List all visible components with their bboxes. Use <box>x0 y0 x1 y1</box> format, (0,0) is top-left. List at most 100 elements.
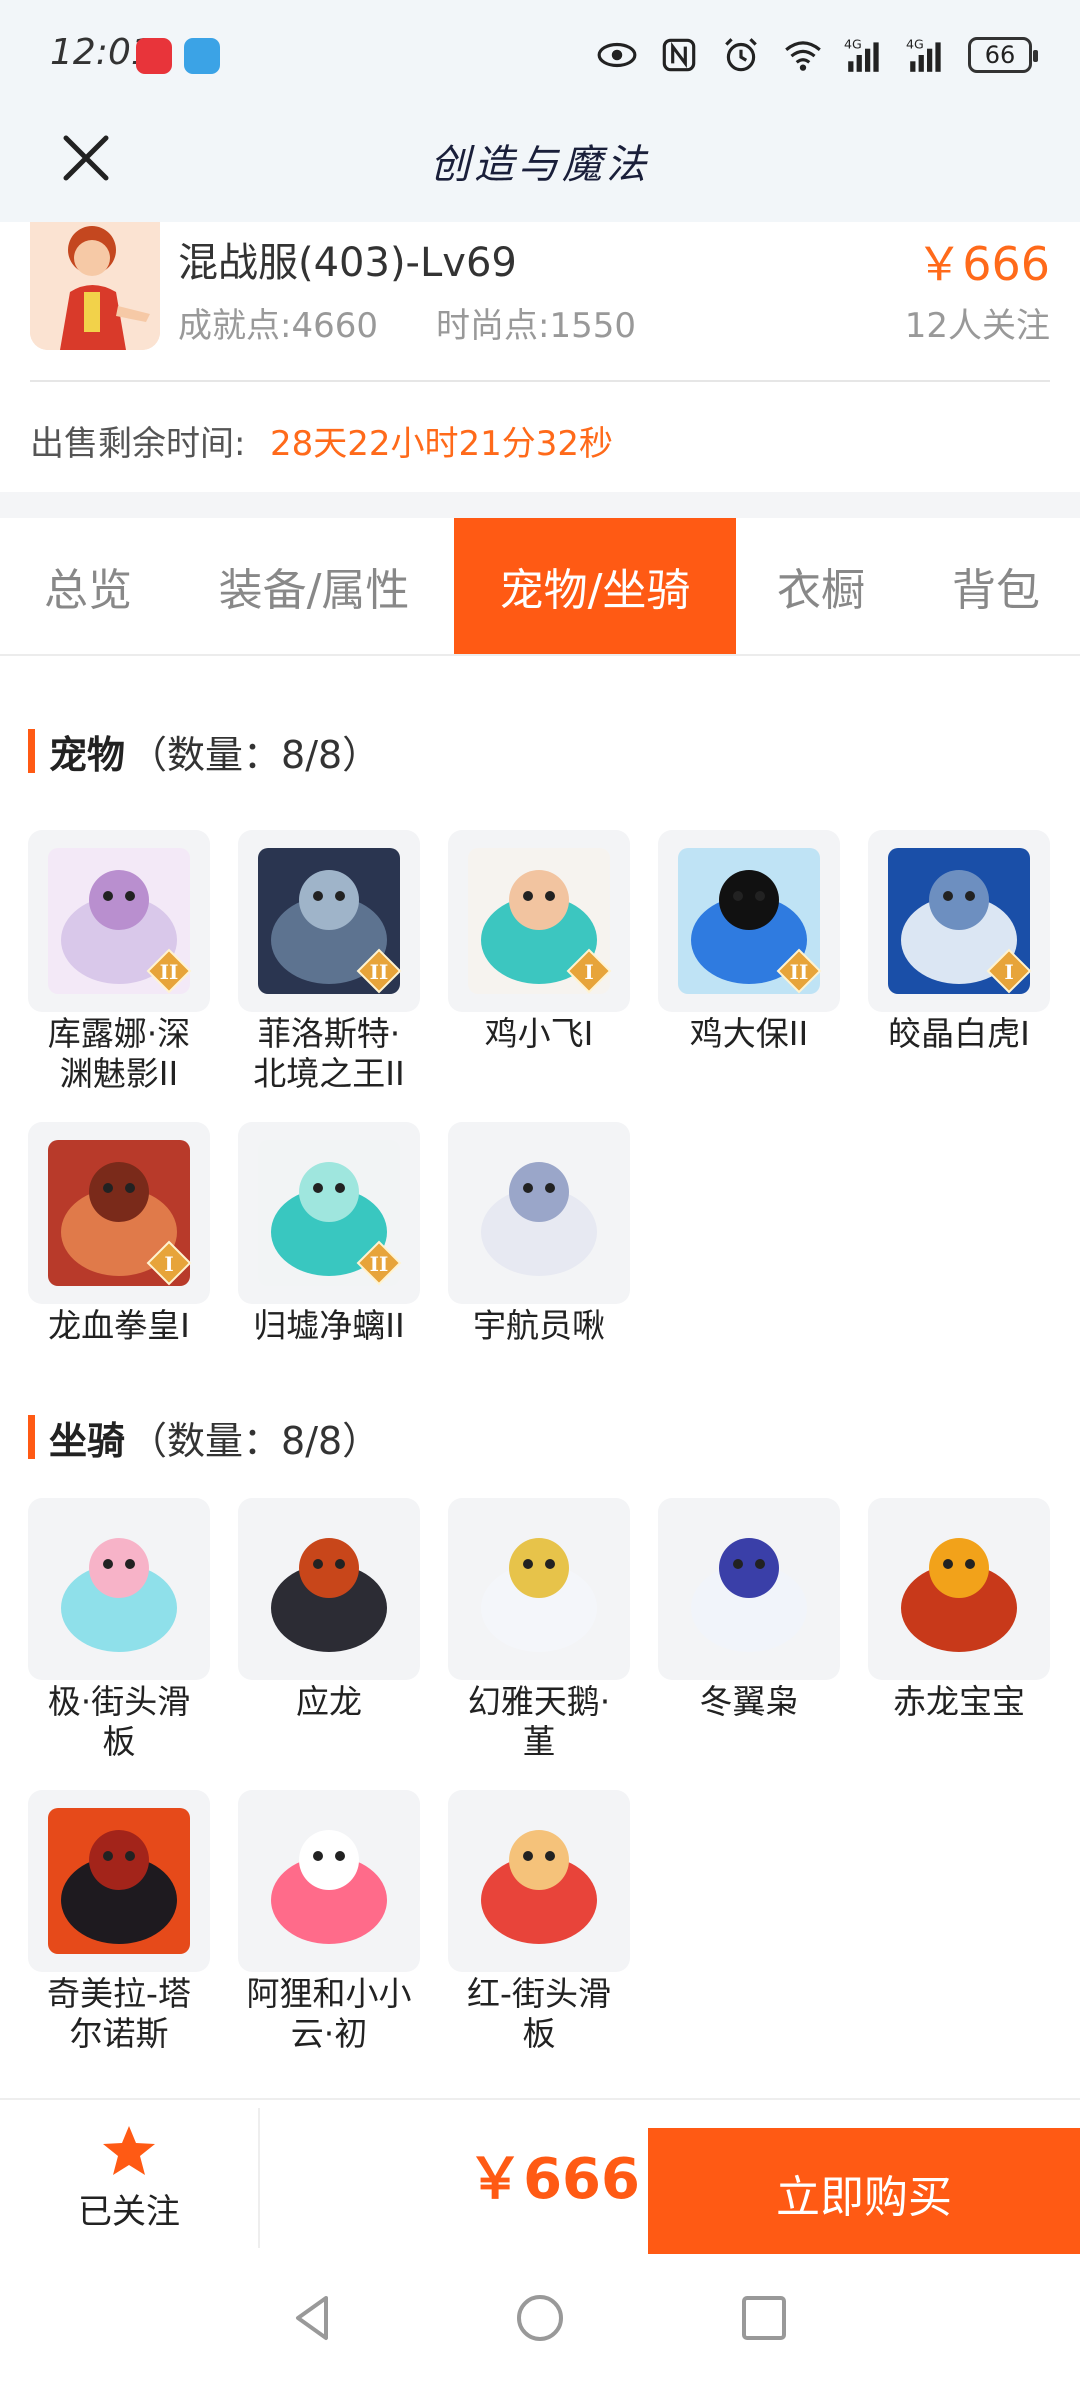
item-thumbnail: I <box>28 1122 210 1304</box>
header: 创造与魔法 <box>0 110 1080 222</box>
tab-backpack[interactable]: 背包 <box>916 518 1076 654</box>
item-name-line: 龙血拳皇Ⅰ <box>48 1306 190 1345</box>
wifi-icon <box>785 41 821 71</box>
item-name-line: 归墟净螭II <box>253 1306 405 1345</box>
item-image <box>48 1516 190 1662</box>
item-image <box>258 1808 400 1954</box>
item-name-line: 皎晶白虎Ⅰ <box>888 1014 1030 1053</box>
signal-4g-icon: 4G <box>844 37 879 72</box>
svg-text:I: I <box>164 1252 173 1276</box>
item-name: 赤龙宝宝 <box>864 1682 1054 1722</box>
item-name-line: 红-街头滑 <box>467 1974 611 2013</box>
system-nav-bar <box>0 2254 1080 2382</box>
mounts-section-title: 坐骑 （数量：8/8） <box>28 1412 381 1463</box>
price: ￥666 <box>916 237 1050 291</box>
follow-label: 已关注 <box>78 2191 180 2232</box>
mount-item[interactable]: 阿狸和小小 云·初 <box>238 1790 420 2054</box>
item-name-line: 云·初 <box>290 2014 368 2053</box>
item-image <box>888 1516 1030 1662</box>
pet-item[interactable]: I 龙血拳皇Ⅰ <box>28 1122 210 1346</box>
section-accent-bar <box>28 729 35 773</box>
pets-title: 宠物 <box>49 732 126 777</box>
item-thumbnail <box>238 1790 420 1972</box>
item-name: 库露娜·深 渊魅影II <box>24 1014 214 1094</box>
mounts-title: 坐骑 <box>49 1418 126 1463</box>
item-image <box>48 1808 190 1954</box>
item-name-line: 冬翼枭 <box>699 1682 799 1721</box>
pet-item[interactable]: II 库露娜·深 渊魅影II <box>28 830 210 1094</box>
app-notification-icon <box>184 38 220 74</box>
recents-icon[interactable] <box>736 2290 792 2346</box>
item-name-line: 奇美拉-塔 <box>47 1974 191 2013</box>
tab-equipment[interactable]: 装备/属性 <box>196 518 432 654</box>
pet-item[interactable]: I 皎晶白虎Ⅰ <box>868 830 1050 1054</box>
item-name: 龙血拳皇Ⅰ <box>24 1306 214 1346</box>
item-thumbnail <box>448 1498 630 1680</box>
rank-badge: II <box>146 948 192 994</box>
mounts-count: （数量：8/8） <box>129 1418 381 1463</box>
divider <box>30 380 1050 382</box>
item-name: 宇航员啾 <box>444 1306 634 1346</box>
follow-button[interactable]: 已关注 <box>0 2100 258 2256</box>
mount-item[interactable]: 冬翼枭 <box>658 1498 840 1722</box>
pets-section-title: 宠物 （数量：8/8） <box>28 726 381 777</box>
item-name: 鸡小飞I <box>444 1014 634 1054</box>
item-thumbnail: I <box>448 830 630 1012</box>
item-name: 冬翼枭 <box>654 1682 844 1722</box>
svg-text:I: I <box>1004 960 1013 984</box>
status-bar: 12:01 4G 4G 66 <box>0 0 1080 110</box>
pet-item[interactable]: II 鸡大保II <box>658 830 840 1054</box>
back-icon[interactable] <box>286 2290 342 2346</box>
rank-badge: I <box>566 948 612 994</box>
pets-count: （数量：8/8） <box>129 732 381 777</box>
mount-item[interactable]: 幻雅天鹅· 堇 <box>448 1498 630 1762</box>
item-name-line: 极·街头滑 <box>47 1682 191 1721</box>
mount-item[interactable]: 红-街头滑板 <box>448 1790 630 2054</box>
mount-item[interactable]: 赤龙宝宝 <box>868 1498 1050 1722</box>
item-name: 幻雅天鹅· 堇 <box>444 1682 634 1762</box>
item-thumbnail <box>868 1498 1050 1680</box>
svg-text:4G: 4G <box>906 37 924 52</box>
item-thumbnail <box>658 1498 840 1680</box>
item-name-line: 鸡小飞I <box>484 1014 594 1053</box>
mount-item[interactable]: 应龙 <box>238 1498 420 1722</box>
divider <box>258 2108 260 2248</box>
home-icon[interactable] <box>512 2290 568 2346</box>
buy-now-button[interactable]: 立即购买 <box>648 2128 1080 2258</box>
item-name-line: 板 <box>522 2014 556 2053</box>
pet-item[interactable]: II 菲洛斯特· 北境之王II <box>238 830 420 1094</box>
mount-item[interactable]: 奇美拉-塔 尔诺斯 <box>28 1790 210 2054</box>
rank-badge: II <box>356 1240 402 1286</box>
tab-pets-mounts[interactable]: 宠物/坐骑 <box>454 518 736 654</box>
pet-item[interactable]: 宇航员啾 <box>448 1122 630 1346</box>
svg-text:II: II <box>790 960 809 984</box>
sale-time-remaining: 28天22小时21分32秒 <box>270 424 614 464</box>
item-thumbnail <box>238 1498 420 1680</box>
item-thumbnail: II <box>658 830 840 1012</box>
rank-badge: I <box>986 948 1032 994</box>
tab-bar: 总览 装备/属性 宠物/坐骑 衣橱 背包 <box>0 518 1080 656</box>
rank-badge: II <box>356 948 402 994</box>
item-name: 奇美拉-塔 尔诺斯 <box>24 1974 214 2054</box>
pet-item[interactable]: II 归墟净螭II <box>238 1122 420 1346</box>
item-image <box>258 1516 400 1662</box>
role-meta: 成就点:4660 时尚点:1550 <box>178 298 636 347</box>
tab-overview[interactable]: 总览 <box>0 518 176 654</box>
tab-wardrobe[interactable]: 衣橱 <box>746 518 896 654</box>
eye-icon <box>597 42 637 68</box>
app-notification-icon <box>136 38 172 74</box>
item-name-line: 堇 <box>522 1722 556 1761</box>
mount-item[interactable]: 极·街头滑板 <box>28 1498 210 1762</box>
battery-indicator: 66 <box>968 37 1038 73</box>
item-image <box>468 1808 610 1954</box>
role-card: 混战服(403)-Lv69 成就点:4660 时尚点:1550 ￥666 12人关… <box>0 222 1080 492</box>
item-name-line: 鸡大保II <box>689 1014 809 1053</box>
content-panel: 宠物 （数量：8/8） II 库露娜·深 渊魅影II II 菲洛斯特· 北境之王II I 鸡小… <box>0 656 1080 2098</box>
section-accent-bar <box>28 1415 35 1459</box>
pet-item[interactable]: I 鸡小飞I <box>448 830 630 1054</box>
sale-time-label: 出售剩余时间: <box>30 424 246 464</box>
svg-text:4G: 4G <box>844 37 862 52</box>
rank-badge: II <box>776 948 822 994</box>
item-name: 鸡大保II <box>654 1014 844 1054</box>
item-thumbnail: II <box>238 1122 420 1304</box>
